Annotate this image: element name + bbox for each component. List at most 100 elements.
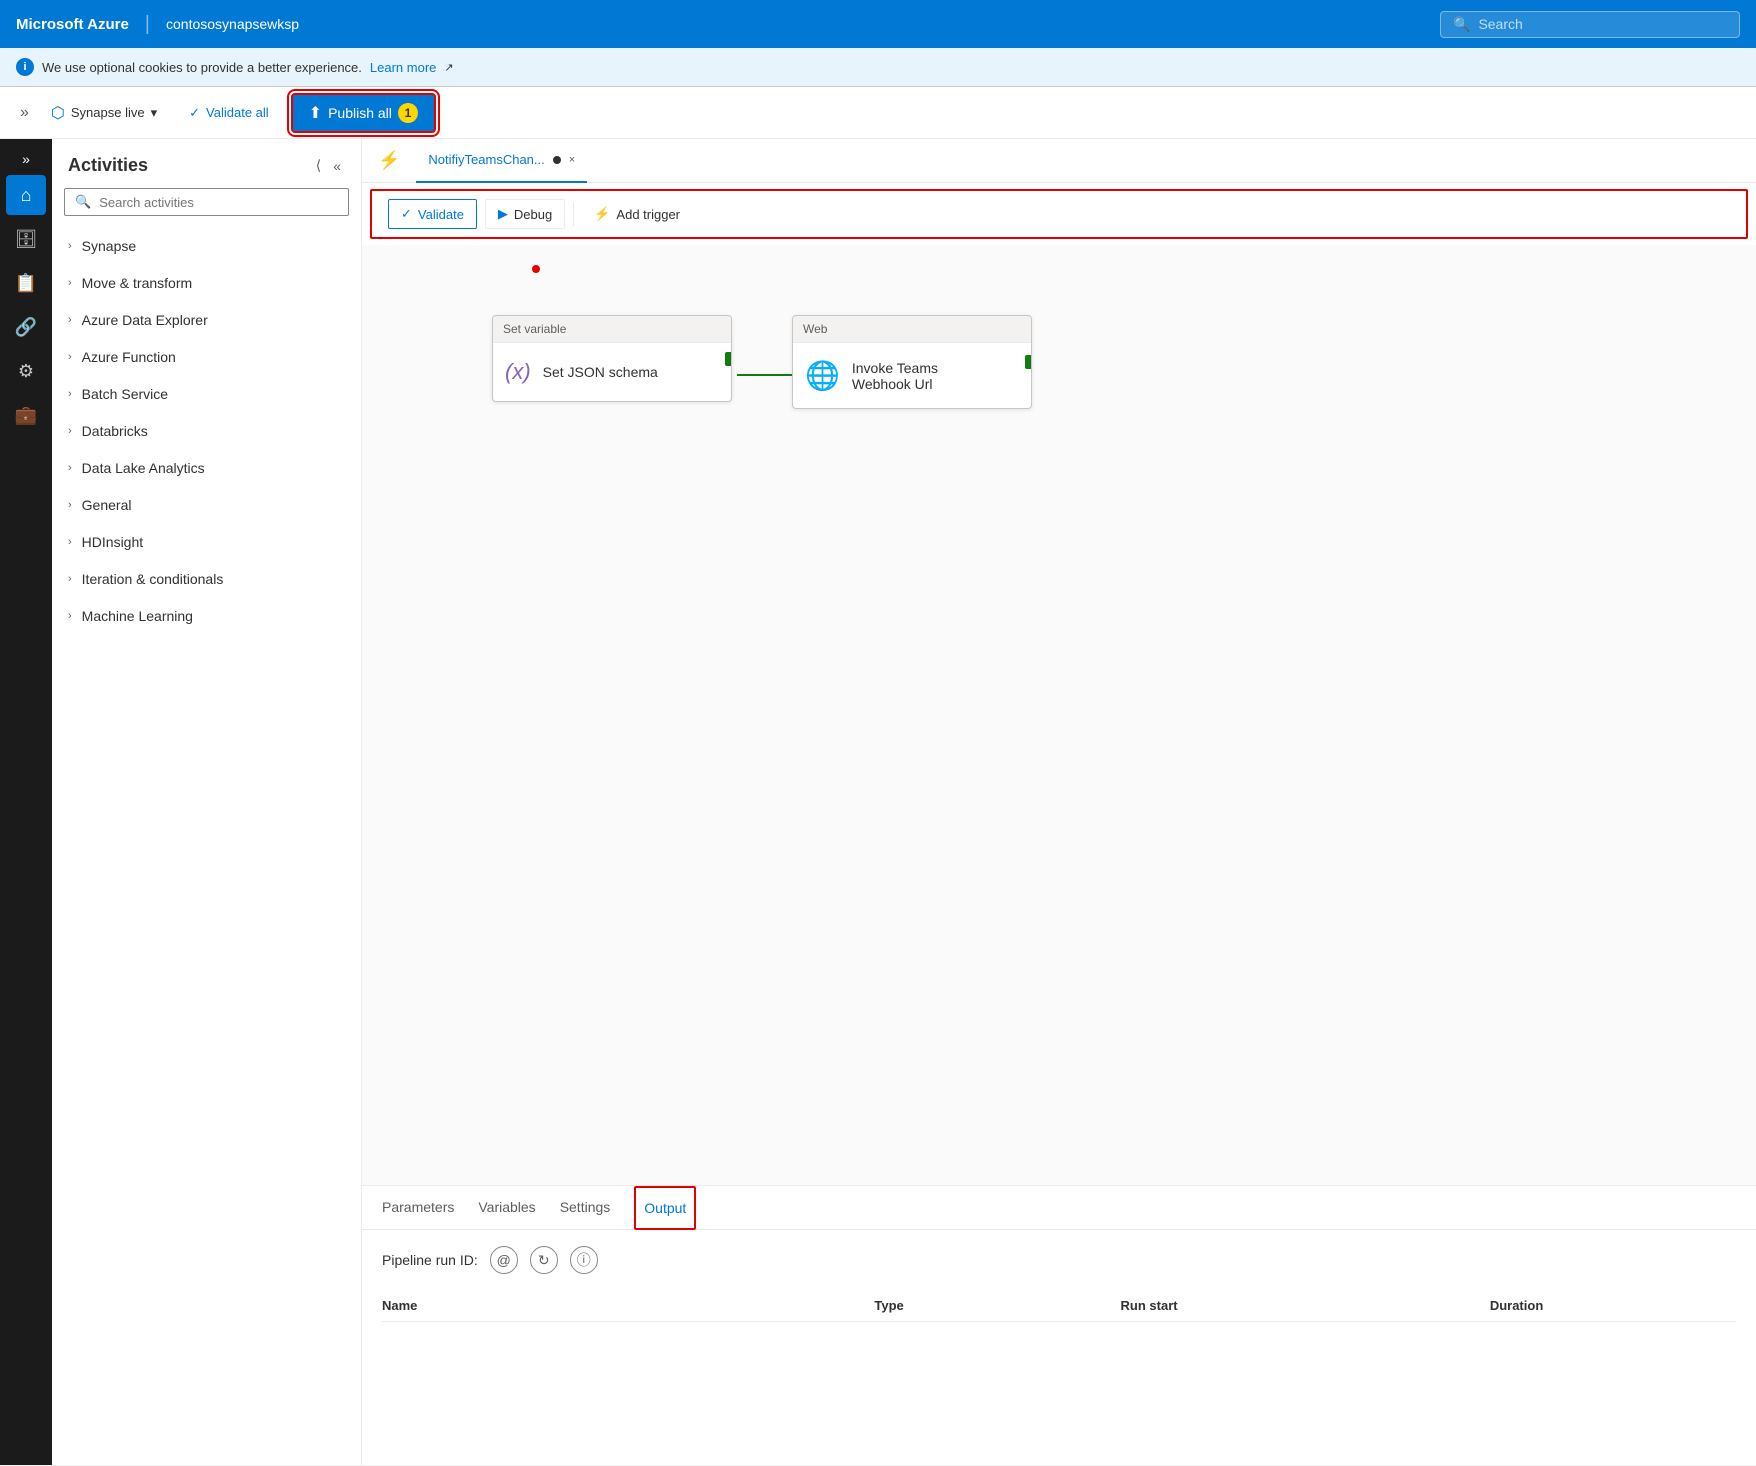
sidebar-item-integrate[interactable]: 🔗 (6, 307, 46, 347)
sidebar-item-monitor[interactable]: ⚙ (6, 351, 46, 391)
left-sidebar: » ⌂ 🗄 📋 🔗 ⚙ 💼 (0, 139, 52, 1465)
node-output-connector[interactable] (725, 352, 732, 366)
pipeline-run-info-icon[interactable]: ⓘ (570, 1246, 598, 1274)
activity-label: General (82, 497, 132, 513)
activity-item-azure-function[interactable]: ›Azure Function (52, 339, 361, 376)
activities-header: Activities ⟨ « (52, 139, 361, 184)
debug-button[interactable]: ▶ Debug (485, 199, 565, 229)
sidebar-expand-icon[interactable]: » (18, 147, 34, 171)
publish-all-button[interactable]: ⬆ Publish all 1 (291, 93, 436, 133)
node-header-set-variable: Set variable (493, 316, 731, 343)
validate-all-label: Validate all (206, 105, 269, 120)
chevron-right-icon: › (68, 240, 72, 252)
search-activities-input[interactable] (99, 195, 338, 210)
global-search[interactable]: 🔍 (1440, 11, 1740, 38)
sidebar-item-manage[interactable]: 💼 (6, 395, 46, 435)
chevron-right-icon: › (68, 536, 72, 548)
chevron-right-icon: › (68, 499, 72, 511)
pipeline-tab[interactable]: NotifiyTeamsChan... × (416, 139, 587, 183)
tab-output[interactable]: Output (634, 1186, 696, 1230)
search-activities-box[interactable]: 🔍 (64, 188, 349, 216)
tab-close-button[interactable]: × (569, 154, 575, 166)
validate-label: Validate (418, 207, 464, 222)
play-icon: ▶ (498, 206, 508, 222)
pipeline-run-id-row: Pipeline run ID: @ ↻ ⓘ (382, 1246, 1736, 1274)
activity-item-data-lake-analytics[interactable]: ›Data Lake Analytics (52, 450, 361, 487)
synapse-live-button[interactable]: ⬡ Synapse live ▾ (41, 97, 167, 129)
search-input[interactable] (1478, 16, 1727, 32)
node-label-set-variable: Set JSON schema (543, 364, 658, 380)
pipeline-run-id-at-icon[interactable]: @ (490, 1246, 518, 1274)
pipeline-tab-bar: ⚡ NotifiyTeamsChan... × (362, 139, 1756, 183)
pipeline-icon: 🔗 (15, 317, 37, 338)
activity-label: Azure Data Explorer (82, 312, 208, 328)
node-body-set-variable: (x) Set JSON schema (493, 343, 731, 401)
collapse-panel-button[interactable]: ⟨ (312, 155, 325, 176)
top-bar: Microsoft Azure | contososynapsewksp 🔍 (0, 0, 1756, 48)
canvas-area: ⚡ NotifiyTeamsChan... × ✓ Validate ▶ De (362, 139, 1756, 1465)
chevron-down-icon: ▾ (151, 105, 158, 121)
monitor-icon: ⚙ (18, 361, 34, 382)
activity-item-general[interactable]: › General (52, 487, 361, 524)
activity-label: Data Lake Analytics (82, 460, 205, 476)
trigger-icon: ⚡ (594, 206, 610, 222)
activity-item-databricks[interactable]: ›Databricks (52, 413, 361, 450)
sidebar-item-data[interactable]: 🗄 (6, 219, 46, 259)
activity-label: Batch Service (82, 386, 168, 402)
activity-item-hdinsight[interactable]: › HDInsight (52, 524, 361, 561)
tab-variables[interactable]: Variables (478, 1186, 535, 1230)
validate-button[interactable]: ✓ Validate (388, 199, 477, 229)
activity-label: HDInsight (82, 534, 143, 550)
checkmark-icon: ✓ (189, 105, 200, 121)
pipeline-run-refresh-icon[interactable]: ↻ (530, 1246, 558, 1274)
external-link-icon: ↗ (444, 61, 453, 74)
activity-item-iteration-and-conditionals[interactable]: ›Iteration & conditionals (52, 561, 361, 598)
tab-settings[interactable]: Settings (560, 1186, 611, 1230)
info-icon: i (16, 58, 34, 76)
activity-item-move-and-transform[interactable]: ›Move & transform (52, 265, 361, 302)
chevron-right-icon: › (68, 573, 72, 585)
activity-item-batch-service[interactable]: › Batch Service (52, 376, 361, 413)
col-header-run-start: Run start (1121, 1298, 1490, 1313)
node-header-web: Web (793, 316, 1031, 343)
activity-label: Machine Learning (82, 608, 193, 624)
activity-label: Synapse (82, 238, 136, 254)
activity-item-azure-data-explorer[interactable]: ›Azure Data Explorer (52, 302, 361, 339)
validate-all-button[interactable]: ✓ Validate all (175, 99, 283, 127)
synapse-live-label: Synapse live (71, 105, 145, 120)
top-bar-divider: | (145, 13, 150, 36)
content-area: Activities ⟨ « 🔍 ›Synapse›Move & transfo… (52, 139, 1756, 1465)
sidebar-item-home[interactable]: ⌂ (6, 175, 46, 215)
search-icon: 🔍 (75, 194, 91, 210)
pipeline-action-bar: ✓ Validate ▶ Debug ⚡ Add trigger (370, 189, 1748, 239)
upload-icon: ⬆ (309, 103, 322, 123)
collapse-sidebar-button[interactable]: « (329, 155, 345, 176)
canvas-error-indicator (532, 265, 540, 273)
unsaved-indicator (553, 156, 561, 164)
activity-list: ›Synapse›Move & transform›Azure Data Exp… (52, 228, 361, 1465)
tab-parameters[interactable]: Parameters (382, 1186, 454, 1230)
web-node[interactable]: Web 🌐 Invoke TeamsWebhook Url (792, 315, 1032, 409)
main-layout: » ⌂ 🗄 📋 🔗 ⚙ 💼 Activities ⟨ « (0, 139, 1756, 1465)
web-output-connector[interactable] (1025, 355, 1032, 369)
learn-more-link[interactable]: Learn more (370, 60, 436, 75)
bottom-tabs: Parameters Variables Settings Output (362, 1186, 1756, 1230)
pipeline-run-id-label: Pipeline run ID: (382, 1252, 478, 1268)
activity-item-machine-learning[interactable]: ›Machine Learning (52, 598, 361, 635)
activity-label: Azure Function (82, 349, 176, 365)
set-variable-node[interactable]: Set variable (x) Set JSON schema (492, 315, 732, 402)
chevron-right-icon: › (68, 425, 72, 437)
sidebar-item-develop[interactable]: 📋 (6, 263, 46, 303)
activities-controls: ⟨ « (312, 155, 345, 176)
action-divider (573, 202, 574, 226)
bottom-panel: Parameters Variables Settings Output Pip… (362, 1185, 1756, 1465)
collapse-icon[interactable]: » (16, 100, 33, 126)
activities-title: Activities (68, 155, 148, 176)
pipeline-icon-tab: ⚡ (378, 150, 400, 171)
briefcase-icon: 💼 (15, 405, 37, 426)
activity-label: Move & transform (82, 275, 192, 291)
activity-item-synapse[interactable]: › Synapse (52, 228, 361, 265)
toolbar: » ⬡ Synapse live ▾ ✓ Validate all ⬆ Publ… (0, 87, 1756, 139)
add-trigger-button[interactable]: ⚡ Add trigger (582, 200, 692, 228)
chevron-right-icon: › (68, 388, 72, 400)
